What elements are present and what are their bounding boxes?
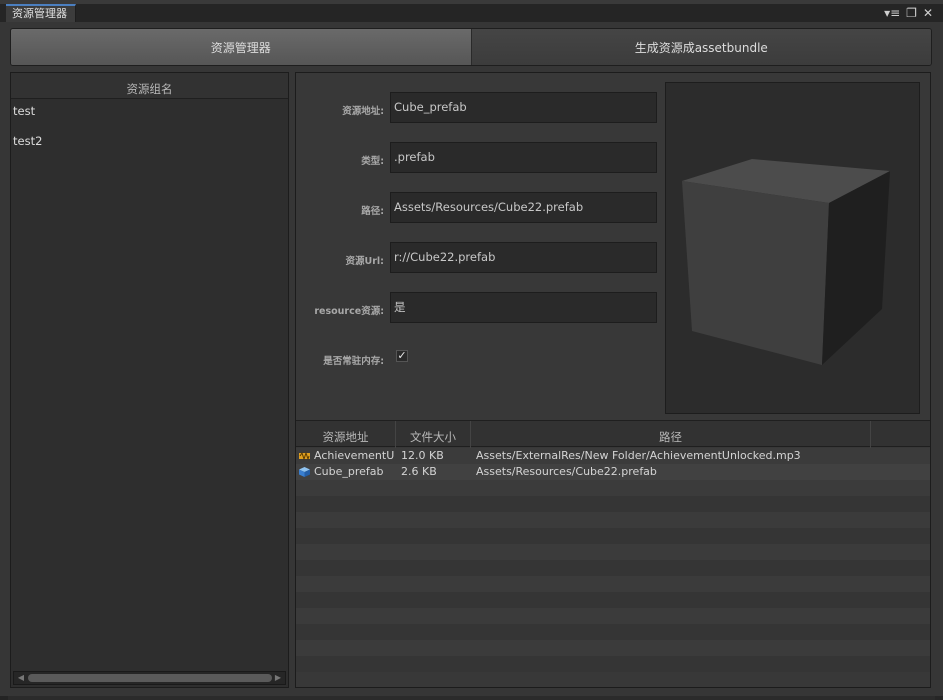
field-label-address: 资源地址:: [342, 106, 384, 117]
window-controls: ▾≡ ❐ ✕: [884, 5, 933, 21]
asset-path: Assets/Resources/Cube22.prefab: [476, 465, 657, 478]
tab-build-assetbundle[interactable]: 生成资源成assetbundle: [471, 29, 931, 65]
tab-build-assetbundle-label: 生成资源成assetbundle: [634, 40, 768, 55]
asset-name: Cube_prefab: [314, 465, 384, 478]
empty-row: [296, 480, 930, 496]
group-list-panel: 资源组名 test test2 ◀ ▶: [10, 72, 289, 688]
menu-icon[interactable]: ▾≡: [884, 6, 900, 20]
asset-preview: [665, 82, 920, 414]
table-row[interactable]: AchievementU 12.0 KB Assets/ExternalRes/…: [296, 448, 930, 464]
asset-name: AchievementU: [314, 449, 395, 462]
field-url-input[interactable]: r://Cube22.prefab: [390, 242, 657, 273]
field-label-type: 类型:: [361, 156, 384, 167]
title-bar: 资源管理器 ▾≡ ❐ ✕: [0, 4, 943, 22]
group-item-test[interactable]: test: [11, 99, 288, 129]
resident-memory-label: 是否常驻内存:: [323, 356, 384, 367]
scrollbar-thumb[interactable]: [28, 674, 272, 682]
empty-row: [296, 608, 930, 624]
field-label-path: 路径:: [361, 206, 384, 217]
empty-row: [296, 544, 930, 560]
asset-path: Assets/ExternalRes/New Folder/Achievemen…: [476, 449, 801, 462]
scroll-left-icon[interactable]: ◀: [16, 673, 26, 683]
empty-row: [296, 640, 930, 656]
field-address-input[interactable]: Cube_prefab: [390, 92, 657, 123]
tab-asset-manager[interactable]: 资源管理器: [11, 29, 472, 65]
asset-size: 12.0 KB: [401, 449, 444, 462]
column-header-path[interactable]: 路径: [471, 421, 871, 448]
asset-list: AchievementU 12.0 KB Assets/ExternalRes/…: [296, 448, 930, 672]
field-label-resource: resource资源:: [314, 306, 384, 317]
maximize-icon[interactable]: ❐: [906, 6, 917, 20]
field-path-input[interactable]: Assets/Resources/Cube22.prefab: [390, 192, 657, 223]
asset-size: 2.6 KB: [401, 465, 437, 478]
empty-row: [296, 624, 930, 640]
field-type-input[interactable]: .prefab: [390, 142, 657, 173]
prefab-cube-icon: [299, 467, 310, 477]
horizontal-scrollbar[interactable]: ◀ ▶: [13, 671, 286, 685]
group-list-header: 资源组名: [11, 73, 288, 99]
cube-preview-icon: [666, 83, 919, 413]
tab-asset-manager-label: 资源管理器: [210, 40, 271, 55]
asset-manager-window: 资源管理器 ▾≡ ❐ ✕ 资源管理器 生成资源成assetbundle 资源组名…: [0, 4, 943, 696]
audio-clip-icon: [299, 451, 310, 461]
field-label-url: 资源Url:: [345, 256, 384, 267]
empty-row: [296, 560, 930, 576]
empty-row: [296, 592, 930, 608]
asset-list-header: 资源地址 文件大小 路径: [296, 420, 930, 448]
table-row[interactable]: Cube_prefab 2.6 KB Assets/Resources/Cube…: [296, 464, 930, 480]
empty-row: [296, 512, 930, 528]
column-header-size[interactable]: 文件大小: [396, 421, 471, 448]
empty-row: [296, 496, 930, 512]
window-tab-title: 资源管理器: [12, 7, 67, 20]
field-resource-input[interactable]: 是: [390, 292, 657, 323]
group-item-test2[interactable]: test2: [11, 129, 288, 159]
close-icon[interactable]: ✕: [923, 6, 933, 20]
window-tab[interactable]: 资源管理器: [6, 4, 76, 22]
empty-row: [296, 528, 930, 544]
empty-row: [296, 576, 930, 592]
column-header-address[interactable]: 资源地址: [296, 421, 396, 448]
mode-toolbar: 资源管理器 生成资源成assetbundle: [10, 28, 932, 66]
asset-detail-panel: 资源地址: Cube_prefab 类型: .prefab 路径: Assets…: [295, 72, 931, 688]
resident-memory-checkbox[interactable]: ✓: [396, 350, 408, 362]
empty-row: [296, 656, 930, 672]
scroll-right-icon[interactable]: ▶: [273, 673, 283, 683]
